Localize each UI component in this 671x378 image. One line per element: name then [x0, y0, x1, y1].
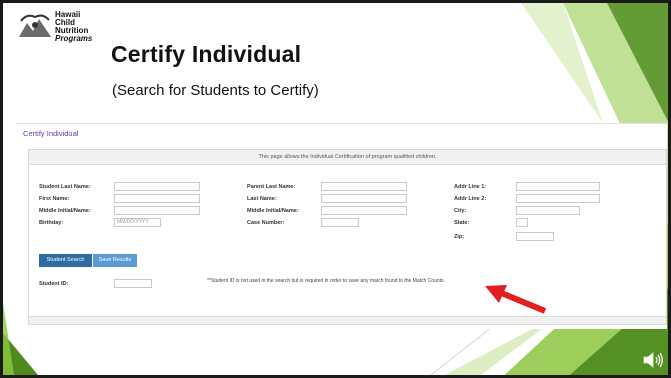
slide-title: Certify Individual	[111, 41, 302, 67]
student-id-label: Student ID:	[39, 281, 69, 287]
search-panel: This page allows the Individual Certific…	[28, 149, 667, 325]
hawaii-cnp-logo: Hawaii Child Nutrition Programs	[17, 9, 109, 57]
student-last-name-label: Student Last Name:	[39, 184, 91, 190]
parent-middle-name-label: Middle Initial/Name:	[247, 208, 299, 214]
state-label: State:	[454, 220, 470, 226]
student-last-name-input[interactable]	[114, 182, 200, 191]
logo-text: Hawaii Child Nutrition Programs	[55, 10, 93, 43]
zip-input[interactable]	[516, 232, 554, 241]
panel-footer	[29, 316, 666, 324]
slide-subtitle: (Search for Students to Certify)	[112, 82, 319, 99]
slide: Hawaii Child Nutrition Programs Certify …	[0, 0, 671, 378]
first-name-label: First Name:	[39, 196, 70, 202]
certify-individual-screen: Certify Individual This page allows the …	[15, 123, 667, 329]
parent-last-name-2-input[interactable]	[321, 194, 407, 203]
red-arrow-icon	[485, 285, 547, 314]
zip-label: Zip:	[454, 234, 465, 240]
parent-middle-name-input[interactable]	[321, 206, 407, 215]
first-name-input[interactable]	[114, 194, 200, 203]
birthday-label: Birthday:	[39, 220, 64, 226]
panel-header: This page allows the Individual Certific…	[29, 150, 666, 165]
addr-line-2-input[interactable]	[516, 194, 600, 203]
city-label: City:	[454, 208, 467, 214]
addr-line-2-label: Addr Line 2:	[454, 196, 487, 202]
page-title: Certify Individual	[23, 129, 79, 138]
addr-line-1-label: Addr Line 1:	[454, 184, 487, 190]
student-search-button[interactable]: Student Search	[39, 254, 92, 267]
parent-last-name-input[interactable]	[321, 182, 407, 191]
parent-last-name-2-label: Last Name:	[247, 196, 277, 202]
student-id-input[interactable]	[114, 279, 152, 288]
addr-line-1-input[interactable]	[516, 182, 600, 191]
middle-name-input[interactable]	[114, 206, 200, 215]
speaker-icon[interactable]	[643, 352, 663, 368]
student-id-note: **Student ID is not used in the search b…	[207, 278, 445, 284]
middle-name-label: Middle Initial/Name:	[39, 208, 91, 214]
case-number-label: Case Number:	[247, 220, 285, 226]
state-input[interactable]	[516, 218, 528, 227]
logo-emblem-icon	[19, 14, 51, 37]
save-results-button[interactable]: Save Results	[93, 254, 137, 267]
birthday-input[interactable]: MM/DD/YYYY	[114, 218, 161, 227]
parent-last-name-label: Parent Last Name:	[247, 184, 296, 190]
city-input[interactable]	[516, 206, 580, 215]
case-number-input[interactable]	[321, 218, 359, 227]
